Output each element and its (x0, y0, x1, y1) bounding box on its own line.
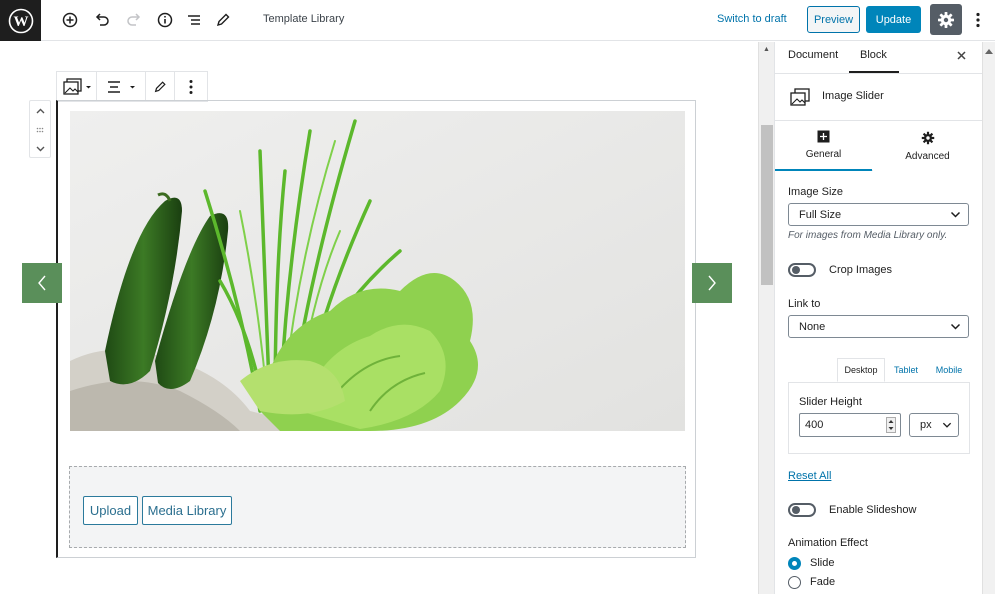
preview-button[interactable]: Preview (807, 6, 860, 33)
chevron-down-icon (36, 146, 44, 151)
gear-icon (938, 11, 954, 28)
add-block-button[interactable] (60, 10, 80, 30)
svg-text:W: W (13, 14, 28, 30)
scroll-thumb[interactable] (761, 125, 773, 285)
animation-slide-label: Slide (810, 557, 835, 569)
animation-slide-radio[interactable] (788, 557, 801, 570)
undo-icon (95, 13, 109, 26)
slider-height-label: Slider Height (799, 396, 862, 408)
link-to-select[interactable]: None (788, 315, 969, 338)
chevron-up-icon (36, 108, 44, 113)
crop-images-toggle[interactable] (788, 263, 816, 277)
redo-icon (127, 13, 141, 26)
chevron-right-icon (708, 275, 716, 291)
image-size-label: Image Size (788, 186, 844, 198)
block-more-options-button[interactable] (175, 72, 207, 101)
animation-fade-radio[interactable] (788, 576, 801, 589)
move-down-button[interactable] (30, 139, 50, 158)
media-library-button[interactable]: Media Library (142, 496, 232, 525)
reset-all-link[interactable]: Reset All (788, 470, 831, 482)
sidebar-scrollbar[interactable] (982, 42, 995, 594)
canvas-scrollbar[interactable]: ▲ (758, 42, 774, 594)
gear-icon (921, 131, 934, 144)
plus-circle-icon (62, 12, 78, 28)
info-icon (157, 12, 173, 28)
chevron-down-icon (950, 211, 961, 218)
image-slider-icon (62, 77, 91, 95)
slide-image (70, 111, 685, 431)
vegetables-photo (70, 111, 685, 431)
image-size-hint: For images from Media Library only. (788, 230, 948, 241)
close-sidebar-button[interactable] (957, 47, 966, 64)
move-up-button[interactable] (30, 101, 50, 120)
image-slider-icon (790, 88, 810, 106)
wordpress-icon: W (8, 8, 33, 33)
chevron-down-icon (942, 422, 952, 428)
more-options-button[interactable] (972, 10, 984, 30)
scroll-up-arrow-icon[interactable]: ▲ (763, 46, 770, 53)
link-to-label: Link to (788, 298, 821, 310)
media-placeholder: Upload Media Library (69, 466, 686, 548)
scroll-up-arrow-icon[interactable] (985, 48, 993, 54)
slider-height-input[interactable]: 400 (799, 413, 901, 437)
align-center-icon (108, 80, 135, 93)
image-size-select[interactable]: Full Size (788, 203, 969, 226)
animation-fade-label: Fade (810, 576, 836, 588)
slider-height-unit-select[interactable]: px (909, 413, 959, 437)
tab-block[interactable]: Block (860, 49, 887, 61)
pencil-icon (216, 13, 230, 27)
update-button[interactable]: Update (866, 6, 921, 33)
enable-slideshow-toggle[interactable] (788, 503, 816, 517)
switch-to-draft-button[interactable]: Switch to draft (717, 13, 787, 25)
device-tab-mobile[interactable]: Mobile (929, 358, 969, 382)
tools-button[interactable] (213, 10, 233, 30)
animation-effect-label: Animation Effect (788, 537, 868, 549)
subtab-advanced[interactable]: Advanced (873, 121, 982, 171)
block-type-switcher[interactable] (57, 72, 97, 101)
info-button[interactable] (155, 10, 175, 30)
tab-document[interactable]: Document (788, 49, 838, 61)
close-icon (957, 51, 966, 60)
crop-images-label: Crop Images (829, 264, 892, 276)
outline-button[interactable] (184, 10, 204, 30)
device-tab-tablet[interactable]: Tablet (887, 358, 925, 382)
general-settings-icon (817, 130, 830, 143)
inspector-subtabs: General Advanced (775, 121, 982, 171)
drag-handle[interactable] (30, 120, 50, 139)
sidebar-tabs: Document Block (775, 42, 982, 74)
chevron-down-icon (950, 323, 961, 330)
block-card-title: Image Slider (822, 90, 884, 102)
alignment-dropdown[interactable] (97, 72, 146, 101)
upload-button[interactable]: Upload (83, 496, 138, 525)
device-tabs: Desktop Tablet Mobile (837, 358, 969, 382)
editor-header: W Template Library Switch to draft Previ… (0, 0, 995, 41)
slider-next-button[interactable] (692, 263, 732, 303)
device-tab-desktop[interactable]: Desktop (837, 358, 885, 382)
slider-height-panel: Slider Height 400 px (788, 382, 970, 454)
edit-gallery-button[interactable] (146, 72, 175, 101)
spinner-arrows-icon[interactable] (886, 417, 896, 433)
list-view-icon (188, 15, 200, 25)
block-card: Image Slider (775, 74, 982, 121)
drag-dots-icon (36, 127, 44, 132)
template-library-title[interactable]: Template Library (263, 13, 344, 25)
block-toolbar (56, 71, 208, 102)
settings-button[interactable] (930, 4, 962, 35)
vertical-ellipsis-icon (189, 79, 193, 94)
subtab-general[interactable]: General (775, 121, 872, 171)
redo-button[interactable] (124, 10, 144, 30)
vertical-ellipsis-icon (976, 12, 980, 28)
chevron-left-icon (38, 275, 46, 291)
wordpress-logo-button[interactable]: W (0, 0, 41, 41)
enable-slideshow-label: Enable Slideshow (829, 504, 917, 516)
settings-sidebar: Document Block Image Slider General Adva… (774, 42, 982, 594)
slider-prev-button[interactable] (22, 263, 62, 303)
active-tab-indicator (849, 71, 899, 73)
pencil-icon (154, 80, 166, 92)
block-mover (29, 100, 51, 158)
undo-button[interactable] (92, 10, 112, 30)
